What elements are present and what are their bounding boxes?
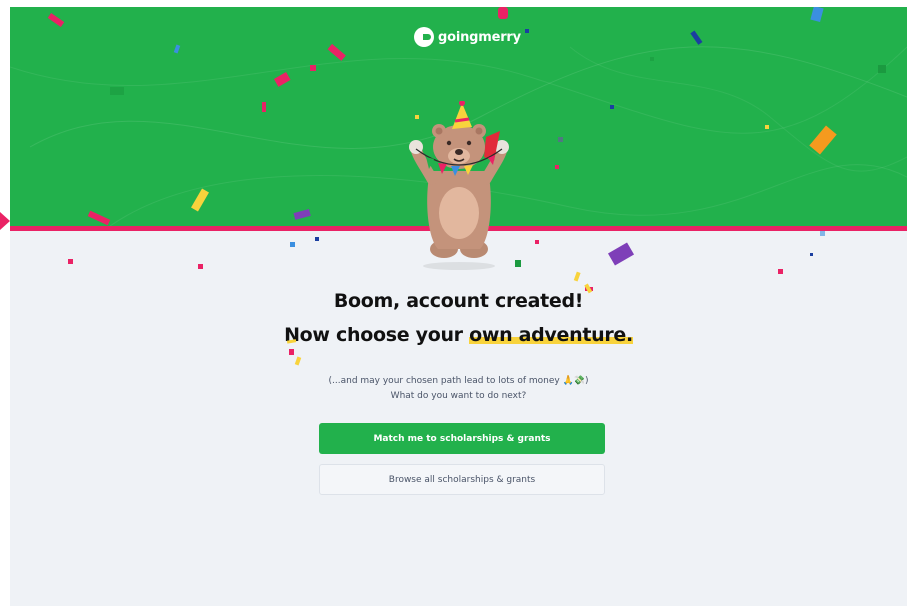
logo[interactable]: goingmerry <box>414 27 521 47</box>
subtitle-question: What do you want to do next? <box>390 391 527 401</box>
logo-text: goingmerry <box>438 29 521 45</box>
match-scholarships-button[interactable]: Match me to scholarships & grants <box>319 423 605 454</box>
subheading-prefix: Now choose your <box>284 324 470 346</box>
party-bear-illustration <box>409 101 509 258</box>
browse-scholarships-button[interactable]: Browse all scholarships & grants <box>319 464 605 495</box>
goingmerry-logo-icon <box>414 27 434 47</box>
mascot-shadow <box>423 262 495 270</box>
subheading-highlight: own adventure. <box>469 324 633 346</box>
page-title: Boom, account created! <box>333 290 584 312</box>
subtitle-money: (...and may your chosen path lead to lot… <box>328 376 589 386</box>
left-edge-marker <box>0 212 10 230</box>
page-subheading: Now choose your own adventure. <box>10 324 907 346</box>
success-page: goingmerry Boom, account created! Now ch… <box>10 7 907 606</box>
